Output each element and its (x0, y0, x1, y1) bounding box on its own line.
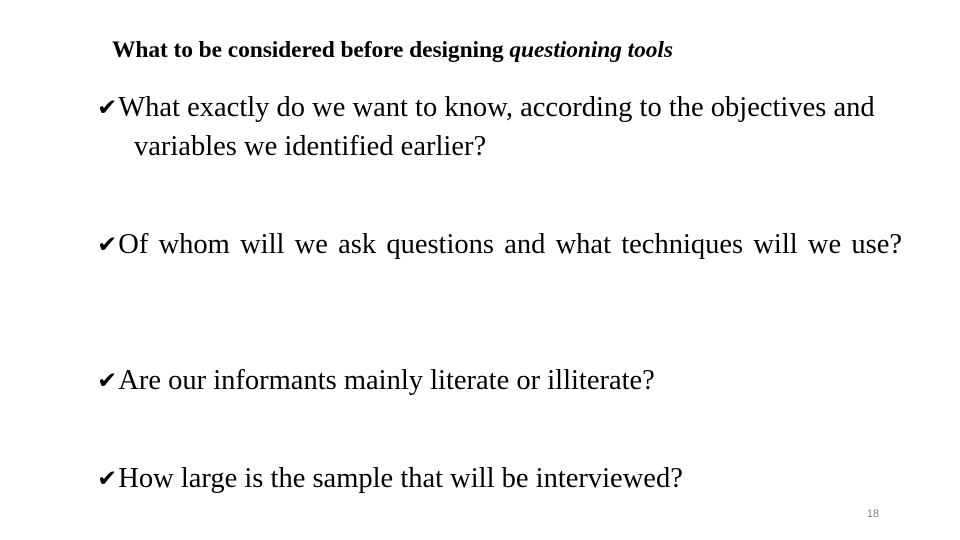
bullet-item-text: How large is the sample that will be int… (118, 462, 683, 494)
check-mark-icon: ✔ (97, 231, 118, 258)
bullet-item-text: Of whom will we ask questions and what t… (118, 228, 902, 260)
bullet-item: ✔Of whom will we ask questions and what … (97, 225, 902, 303)
bullet-item-text: Are our informants mainly literate or il… (118, 364, 655, 396)
bullet-item: ✔What exactly do we want to know, accord… (97, 88, 902, 166)
slide-page-number: 18 (866, 508, 880, 520)
bullet-item-text: What exactly do we want to know, accordi… (118, 91, 875, 162)
check-mark-icon: ✔ (97, 367, 118, 394)
check-mark-icon: ✔ (97, 465, 118, 492)
bullet-item: ✔How large is the sample that will be in… (97, 459, 902, 498)
check-mark-icon: ✔ (97, 94, 118, 121)
bullet-item: ✔Are our informants mainly literate or i… (97, 361, 902, 400)
bullet-list: ✔What exactly do we want to know, accord… (0, 0, 960, 540)
presentation-slide: What to be considered before designing q… (0, 0, 960, 540)
